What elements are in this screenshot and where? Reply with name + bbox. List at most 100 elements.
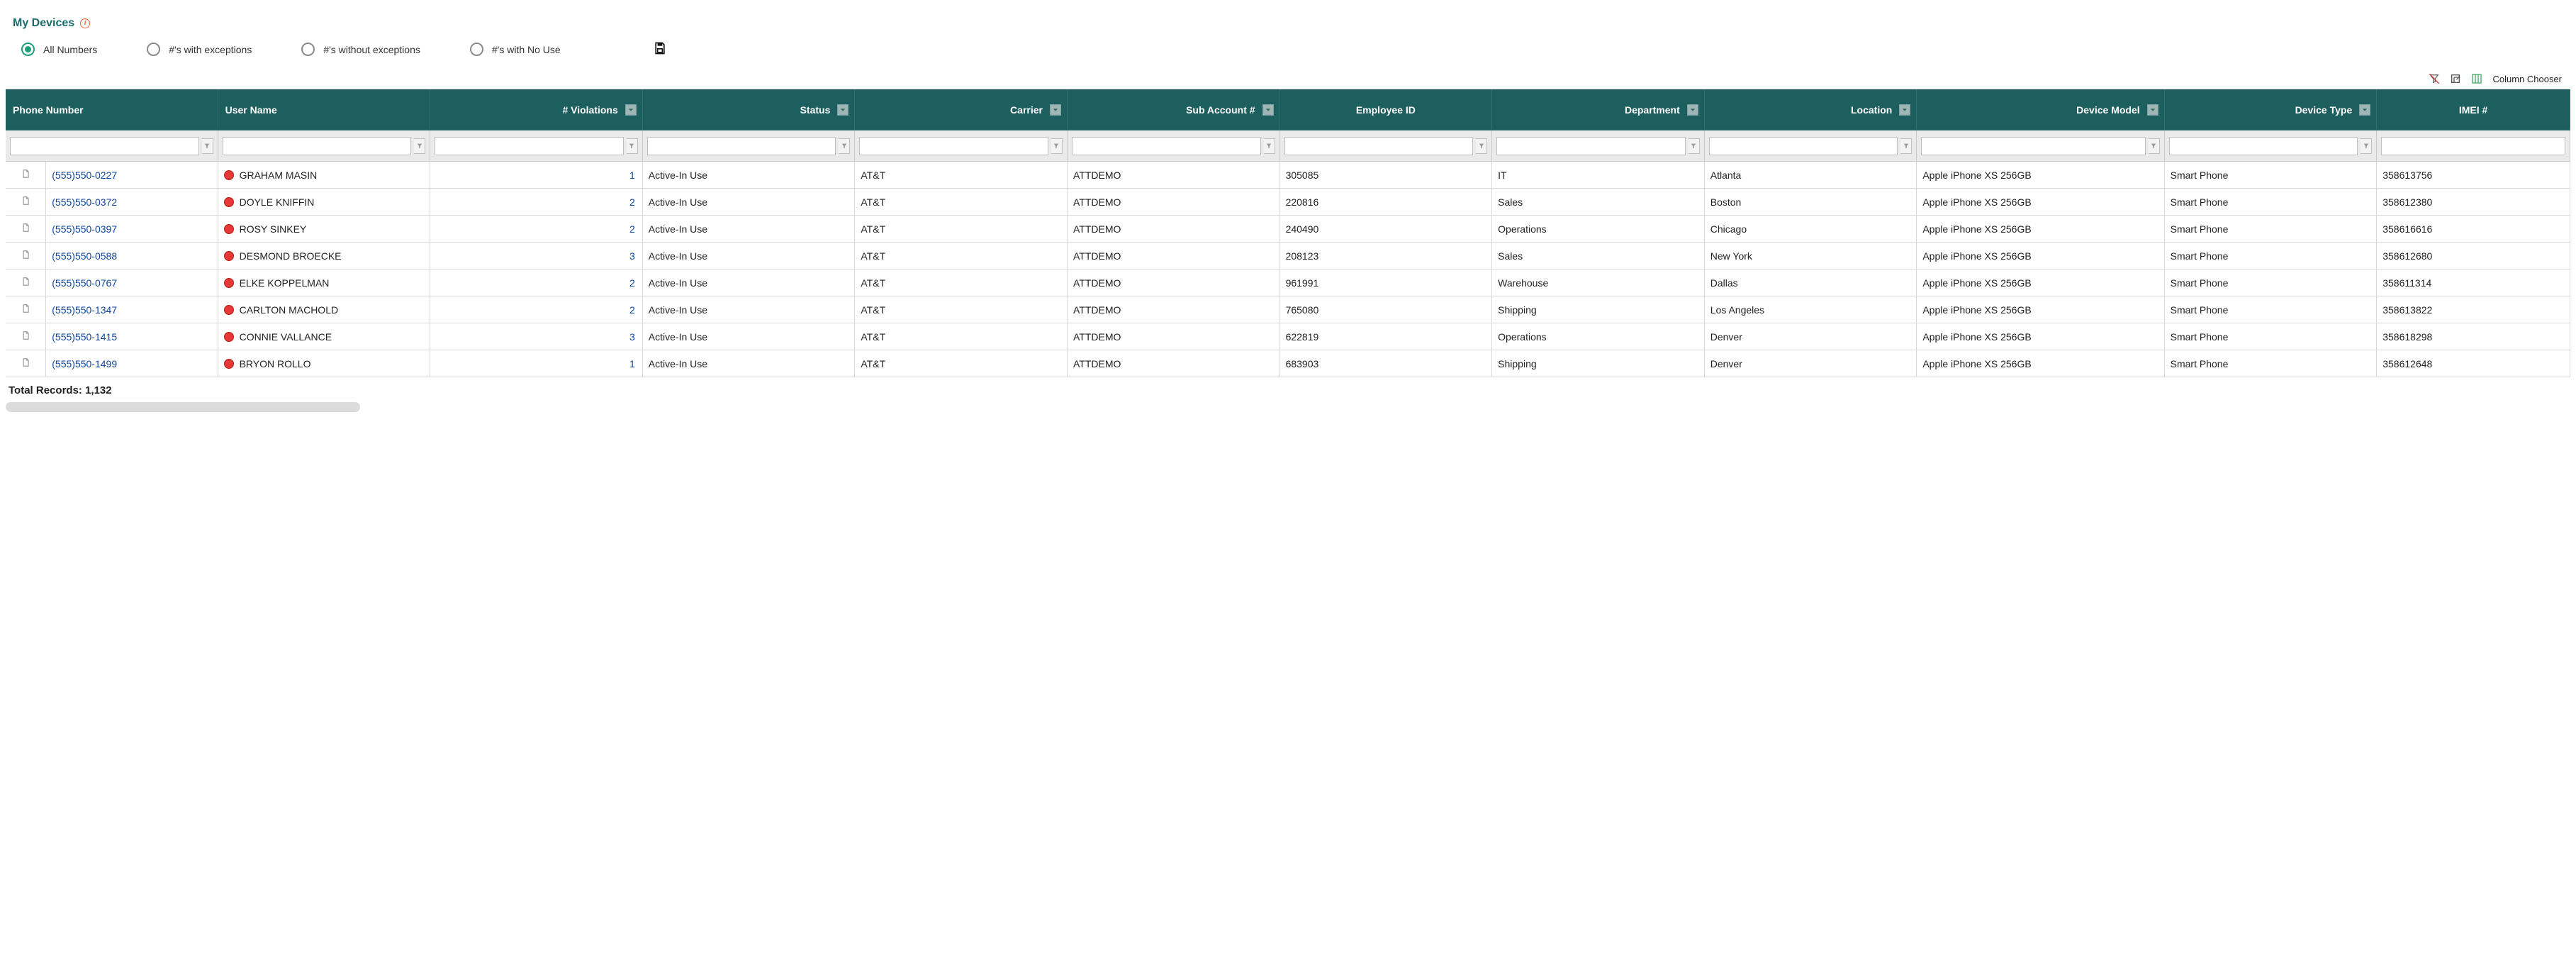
filter-dropdown-icon[interactable]: [839, 138, 850, 154]
col-user-name[interactable]: User Name: [218, 89, 431, 130]
filter-dropdown-icon[interactable]: [1051, 138, 1063, 154]
filter-type-input[interactable]: [2169, 137, 2358, 155]
column-chooser-label[interactable]: Column Chooser: [2492, 74, 2562, 84]
row-detail-icon[interactable]: [6, 162, 46, 189]
filter-department-input[interactable]: [1496, 137, 1686, 155]
phone-link[interactable]: (555)550-0767: [52, 277, 117, 289]
phone-link[interactable]: (555)550-0227: [52, 169, 117, 181]
row-detail-icon[interactable]: [6, 243, 46, 269]
radio-no-use[interactable]: #'s with No Use: [470, 43, 561, 56]
col-dropdown-icon[interactable]: [1050, 104, 1061, 116]
filter-status-input[interactable]: [647, 137, 836, 155]
phone-link[interactable]: (555)550-0397: [52, 223, 117, 235]
phone-link[interactable]: (555)550-0588: [52, 250, 117, 262]
horizontal-scrollbar[interactable]: [6, 402, 360, 412]
cell-violations[interactable]: 3: [430, 243, 643, 269]
row-detail-icon[interactable]: [6, 216, 46, 243]
row-detail-icon[interactable]: [6, 269, 46, 296]
filter-dropdown-icon[interactable]: [627, 138, 638, 154]
column-chooser-icon[interactable]: [2471, 73, 2482, 84]
col-dropdown-icon[interactable]: [837, 104, 849, 116]
filter-user-input[interactable]: [223, 137, 412, 155]
cell-user: GRAHAM MASIN: [218, 162, 431, 189]
filter-imei-input[interactable]: [2381, 137, 2565, 155]
col-employee-id[interactable]: Employee ID: [1280, 89, 1493, 130]
cell-violations[interactable]: 2: [430, 269, 643, 296]
phone-link[interactable]: (555)550-1347: [52, 304, 117, 316]
filter-dropdown-icon[interactable]: [2149, 138, 2160, 154]
row-detail-icon[interactable]: [6, 323, 46, 350]
col-violations[interactable]: # Violations: [430, 89, 643, 130]
col-location[interactable]: Location: [1705, 89, 1917, 130]
cell-employee: 220816: [1280, 189, 1493, 216]
cell-violations[interactable]: 2: [430, 216, 643, 243]
col-carrier[interactable]: Carrier: [855, 89, 1068, 130]
cell-violations[interactable]: 2: [430, 189, 643, 216]
col-device-type[interactable]: Device Type: [2165, 89, 2378, 130]
phone-link[interactable]: (555)550-1499: [52, 358, 117, 369]
cell-violations[interactable]: 2: [430, 296, 643, 323]
table-row[interactable]: (555)550-0397ROSY SINKEY2Active-In UseAT…: [6, 216, 2570, 243]
col-status[interactable]: Status: [643, 89, 856, 130]
save-icon[interactable]: [653, 41, 667, 57]
filter-dropdown-icon[interactable]: [1900, 138, 1912, 154]
cell-imei: 358618298: [2377, 323, 2570, 350]
status-dot-icon: [224, 197, 234, 207]
phone-link[interactable]: (555)550-1415: [52, 331, 117, 343]
clear-filter-icon[interactable]: [2429, 73, 2440, 84]
table-row[interactable]: (555)550-1415CONNIE VALLANCE3Active-In U…: [6, 323, 2570, 350]
col-department[interactable]: Department: [1492, 89, 1705, 130]
export-icon[interactable]: [2450, 73, 2461, 84]
filter-dropdown-icon[interactable]: [414, 138, 425, 154]
cell-imei: 358613822: [2377, 296, 2570, 323]
col-phone-number[interactable]: Phone Number: [6, 89, 218, 130]
filter-carrier-input[interactable]: [859, 137, 1048, 155]
filter-phone-input[interactable]: [10, 137, 199, 155]
page-title: My Devices: [13, 17, 74, 30]
filter-violations-input[interactable]: [435, 137, 624, 155]
row-detail-icon[interactable]: [6, 189, 46, 216]
col-dropdown-icon[interactable]: [1687, 104, 1698, 116]
filter-dropdown-icon[interactable]: [1689, 138, 1700, 154]
col-imei[interactable]: IMEI #: [2377, 89, 2570, 130]
filter-model-input[interactable]: [1921, 137, 2145, 155]
cell-carrier: AT&T: [855, 216, 1068, 243]
phone-link[interactable]: (555)550-0372: [52, 196, 117, 208]
cell-department: IT: [1492, 162, 1705, 189]
cell-phone: (555)550-0588: [46, 243, 218, 269]
table-row[interactable]: (555)550-0372DOYLE KNIFFIN2Active-In Use…: [6, 189, 2570, 216]
filter-subaccount-input[interactable]: [1072, 137, 1261, 155]
cell-subaccount: ATTDEMO: [1068, 269, 1280, 296]
col-dropdown-icon[interactable]: [1262, 104, 1274, 116]
info-icon[interactable]: i: [80, 18, 90, 28]
radio-without-exceptions[interactable]: #'s without exceptions: [301, 43, 420, 56]
radio-with-exceptions[interactable]: #'s with exceptions: [147, 43, 252, 56]
table-row[interactable]: (555)550-0227GRAHAM MASIN1Active-In UseA…: [6, 162, 2570, 189]
table-row[interactable]: (555)550-1499BRYON ROLLO1Active-In UseAT…: [6, 350, 2570, 377]
col-dropdown-icon[interactable]: [1899, 104, 1910, 116]
devices-grid[interactable]: Phone Number User Name # Violations Stat…: [6, 89, 2570, 377]
status-dot-icon: [224, 305, 234, 315]
filter-dropdown-icon[interactable]: [1476, 138, 1487, 154]
table-row[interactable]: (555)550-0588DESMOND BROECKE3Active-In U…: [6, 243, 2570, 269]
cell-violations[interactable]: 1: [430, 162, 643, 189]
col-dropdown-icon[interactable]: [625, 104, 637, 116]
col-device-model[interactable]: Device Model: [1917, 89, 2164, 130]
col-dropdown-icon[interactable]: [2147, 104, 2158, 116]
filter-location-input[interactable]: [1709, 137, 1898, 155]
col-dropdown-icon[interactable]: [2359, 104, 2370, 116]
col-sub-account[interactable]: Sub Account #: [1068, 89, 1280, 130]
cell-violations[interactable]: 1: [430, 350, 643, 377]
page-title-row: My Devices i: [6, 13, 2570, 37]
filter-dropdown-icon[interactable]: [1264, 138, 1275, 154]
filter-dropdown-icon[interactable]: [2361, 138, 2372, 154]
radio-all-numbers[interactable]: All Numbers: [21, 43, 97, 56]
row-detail-icon[interactable]: [6, 350, 46, 377]
filter-employee-input[interactable]: [1284, 137, 1474, 155]
cell-violations[interactable]: 3: [430, 323, 643, 350]
table-row[interactable]: (555)550-0767ELKE KOPPELMAN2Active-In Us…: [6, 269, 2570, 296]
cell-location: Atlanta: [1705, 162, 1917, 189]
row-detail-icon[interactable]: [6, 296, 46, 323]
table-row[interactable]: (555)550-1347CARLTON MACHOLD2Active-In U…: [6, 296, 2570, 323]
filter-dropdown-icon[interactable]: [202, 138, 213, 154]
